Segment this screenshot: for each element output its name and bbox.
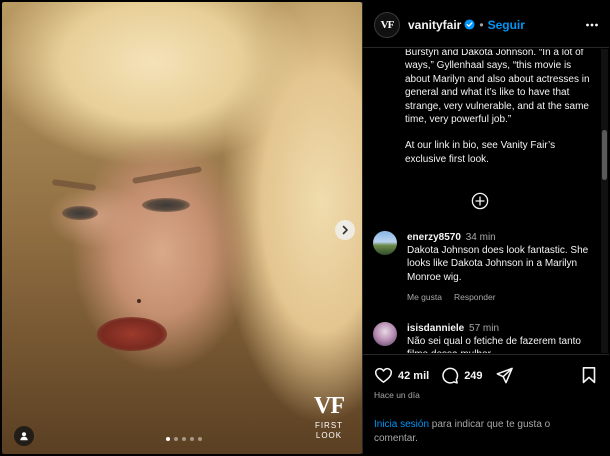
watermark-line-2: LOOK [315,431,343,440]
comment-text: Dakota Johnson does look fantastic. She … [407,245,589,283]
caption-paragraph: Burstyn and Dakota Johnson. “In a lot of… [405,49,590,126]
post-date: Hace un día [374,390,420,400]
comment-time: 34 min [465,232,496,243]
avatar[interactable] [373,231,397,255]
post-actions: 42 mil 249 [374,366,514,385]
comment-body: enerzy8570 34 min Dakota Johnson does lo… [407,231,597,302]
carousel-next-button[interactable] [335,220,355,240]
photo-detail [137,299,141,303]
tagged-users-button[interactable] [14,426,34,446]
more-options-icon[interactable] [585,18,599,32]
comment-body: isisdanniele 57 min Não sei qual o fetic… [407,322,597,353]
comment-text: Não sei qual o fetiche de fazerem tanto … [407,336,581,353]
load-more-comments-icon[interactable] [471,192,489,210]
vf-watermark-logo: VF [314,393,345,419]
post-header: VF vanityfair • Seguir [363,2,609,48]
user-tag-icon [20,432,28,441]
photo-detail [51,178,97,192]
scrollbar-thumb[interactable] [602,130,607,180]
avatar[interactable] [373,322,397,346]
carousel-dot [190,437,194,441]
comment-reply-button[interactable]: Responder [454,292,496,302]
post-footer: 42 mil 249 Hace un día Inicia sesión par… [363,354,609,454]
follow-button[interactable]: Seguir [488,18,525,32]
post-photo[interactable]: VF FIRST LOOK [2,2,362,454]
post-details-panel: VF vanityfair • Seguir Burstyn and Dakot… [362,2,609,454]
comments-scroll-area[interactable]: Burstyn and Dakota Johnson. “In a lot of… [363,49,609,353]
comment-actions: Me gusta Responder [407,292,597,302]
carousel-dot-active [166,437,170,441]
header-separator: • [479,17,484,32]
carousel-indicator [166,437,202,441]
heart-icon[interactable] [374,366,393,385]
vf-first-look-watermark: VF FIRST LOOK [314,393,345,441]
login-link[interactable]: Inicia sesión [374,419,429,430]
likes-count[interactable]: 42 mil [398,370,429,382]
verified-badge-icon [464,19,475,30]
photo-detail [62,206,98,220]
comments-count[interactable]: 249 [464,370,482,382]
comment-header: enerzy8570 34 min [407,231,597,244]
post-caption: Burstyn and Dakota Johnson. “In a lot of… [405,49,597,166]
photo-detail [142,198,190,212]
comment-icon[interactable] [440,366,459,385]
share-icon[interactable] [495,366,514,385]
photo-detail [97,317,167,351]
carousel-dot [182,437,186,441]
post-modal: VF FIRST LOOK VF vanityfair • Seguir Bur… [0,0,610,456]
bookmark-icon[interactable] [580,366,598,384]
avatar[interactable]: VF [374,11,400,38]
comment-time: 57 min [469,323,500,334]
photo-detail [132,165,202,185]
carousel-dot [174,437,178,441]
comment-like-button[interactable]: Me gusta [407,292,442,302]
login-prompt: Inicia sesión para indicar que te gusta … [374,418,594,446]
comment-username[interactable]: enerzy8570 [407,232,461,243]
carousel-dot [198,437,202,441]
caption-paragraph: At our link in bio, see Vanity Fair’s ex… [405,140,556,165]
comment-username[interactable]: isisdanniele [407,323,464,334]
author-username[interactable]: vanityfair [408,18,461,32]
comment-header: isisdanniele 57 min [407,322,597,335]
chevron-right-icon [342,225,348,235]
scrollbar[interactable] [601,49,608,353]
watermark-line-1: FIRST [314,421,344,430]
